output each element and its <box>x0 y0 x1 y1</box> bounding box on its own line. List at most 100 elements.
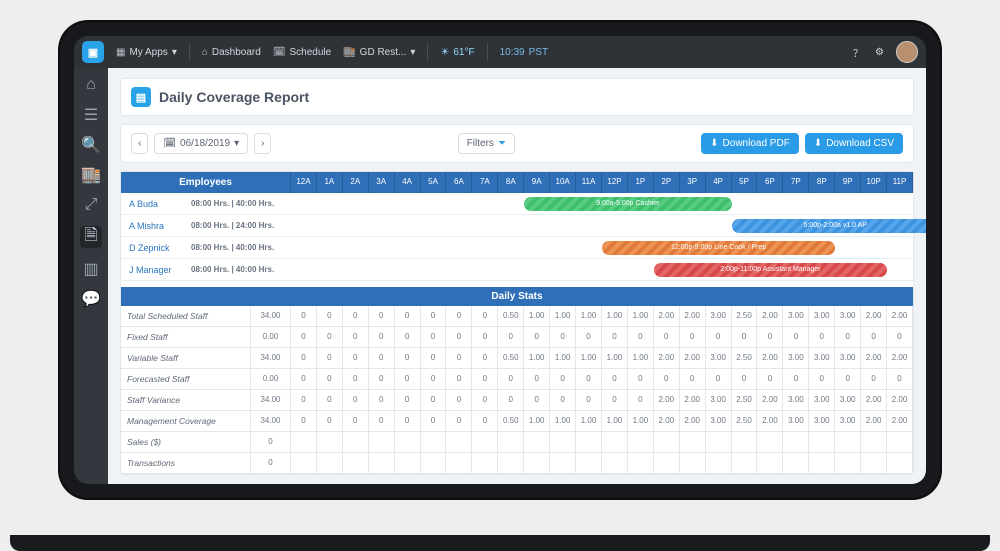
sun-icon: ☀ <box>440 47 449 58</box>
nav-schedule[interactable]: 🗓 Schedule <box>273 47 331 58</box>
sidebar-chart-icon[interactable]: ▥ <box>82 260 100 278</box>
stats-cell: 0 <box>706 369 732 390</box>
content-area: ▤ Daily Coverage Report ‹ 🗓 06/18/2019 ▾… <box>108 68 926 484</box>
download-pdf-label: Download PDF <box>723 138 790 149</box>
stats-cell: 0 <box>369 411 395 432</box>
stats-cell: 1.00 <box>550 348 576 369</box>
employee-name[interactable]: A Buda <box>121 199 191 209</box>
stats-cell: 1.00 <box>576 306 602 327</box>
stats-cell: 0 <box>317 390 343 411</box>
stats-cell: 0 <box>835 327 861 348</box>
report-card: Employees12A1A2A3A4A5A6A7A8A9A10A11A12P1… <box>120 171 914 475</box>
stats-cell: 0 <box>576 390 602 411</box>
stats-cell: 0 <box>369 306 395 327</box>
stats-cell: 2.00 <box>654 348 680 369</box>
stats-cell: 2.50 <box>732 390 758 411</box>
stats-cell <box>706 432 732 453</box>
stats-cell <box>369 432 395 453</box>
employee-hours: 08:00 Hrs. | 40:00 Hrs. <box>191 199 291 208</box>
hour-header: 1A <box>317 172 343 193</box>
stats-cell <box>757 432 783 453</box>
hour-header: 2P <box>654 172 680 193</box>
stats-cell: 3.00 <box>706 348 732 369</box>
sidebar-home-icon[interactable]: ⌂ <box>82 76 100 94</box>
stats-row-label: Staff Variance <box>121 390 251 411</box>
stats-cell: 0 <box>498 390 524 411</box>
stats-cell <box>887 432 913 453</box>
stats-cell: 0 <box>395 390 421 411</box>
stats-row-label: Total Scheduled Staff <box>121 306 251 327</box>
help-button[interactable]: ？ <box>853 45 863 60</box>
download-pdf-button[interactable]: ⬇ Download PDF <box>701 133 799 154</box>
sidebar-chat-icon[interactable]: 💬 <box>82 290 100 308</box>
date-picker[interactable]: 🗓 06/18/2019 ▾ <box>154 133 248 154</box>
download-icon: ⬇ <box>710 138 718 149</box>
stats-cell: 3.00 <box>809 348 835 369</box>
store-icon: 🏬 <box>343 47 355 58</box>
hour-header: 3P <box>680 172 706 193</box>
stats-cell: 0 <box>317 411 343 432</box>
stats-cell: 0 <box>887 369 913 390</box>
date-value: 06/18/2019 <box>180 138 230 149</box>
sidebar-store-icon[interactable]: 🏬 <box>82 166 100 184</box>
shift-bar[interactable]: 5:00p-2:00a v1.0 AP <box>732 219 926 233</box>
stats-cell: 0 <box>550 327 576 348</box>
employee-name[interactable]: D Zepnick <box>121 243 191 253</box>
stats-row-label: Management Coverage <box>121 411 251 432</box>
stats-cell: 0 <box>343 369 369 390</box>
stats-cell <box>421 453 447 474</box>
shift-bar[interactable]: 12:00p-9:00p Line Cook / Prep <box>602 241 835 255</box>
my-apps-menu[interactable]: ▦ My Apps ▾ <box>116 47 177 58</box>
stats-cell: 0 <box>757 327 783 348</box>
separator <box>487 43 488 61</box>
stats-cell: 0 <box>654 327 680 348</box>
stats-cell: 3.00 <box>835 390 861 411</box>
stats-cell: 2.50 <box>732 306 758 327</box>
stats-cell: 1.00 <box>524 411 550 432</box>
employee-name[interactable]: J Manager <box>121 265 191 275</box>
separator <box>189 43 190 61</box>
stats-cell: 0 <box>550 390 576 411</box>
shift-bar[interactable]: 9:00a-5:00p Cashier <box>524 197 731 211</box>
sidebar-report-icon[interactable]: 🗎 <box>80 226 102 248</box>
stats-cell: 2.00 <box>654 306 680 327</box>
stats-cell: 0 <box>628 327 654 348</box>
stats-cell <box>446 453 472 474</box>
nav-dashboard[interactable]: ⌂ Dashboard <box>202 47 261 58</box>
chevron-down-icon: ▾ <box>172 47 177 58</box>
stats-cell: 0 <box>498 327 524 348</box>
chevron-down-icon: ▾ <box>234 138 239 149</box>
stats-cell <box>809 432 835 453</box>
filters-button[interactable]: Filters ⏷ <box>458 133 515 154</box>
stats-cell <box>861 432 887 453</box>
dashboard-label: Dashboard <box>212 47 261 58</box>
stats-cell <box>887 453 913 474</box>
stats-cell: 0 <box>421 306 447 327</box>
download-icon: ⬇ <box>814 138 822 149</box>
location-picker[interactable]: 🏬 GD Rest... ▾ <box>343 47 415 58</box>
settings-button[interactable]: ⚙ <box>875 47 884 58</box>
stats-cell: 0 <box>446 411 472 432</box>
stats-cell: 0 <box>395 411 421 432</box>
app-logo[interactable]: ▣ <box>82 41 104 63</box>
sidebar-list-icon[interactable]: ☰ <box>82 106 100 124</box>
stats-cell <box>602 432 628 453</box>
date-prev-button[interactable]: ‹ <box>131 133 148 154</box>
toolbar: ‹ 🗓 06/18/2019 ▾ › Filters ⏷ ⬇ Download … <box>120 124 914 163</box>
sidebar-search-icon[interactable]: 🔍 <box>82 136 100 154</box>
employee-hours: 08:00 Hrs. | 40:00 Hrs. <box>191 243 291 252</box>
download-csv-button[interactable]: ⬇ Download CSV <box>805 133 903 154</box>
stats-cell <box>498 432 524 453</box>
my-apps-label: My Apps <box>129 47 167 58</box>
stats-cell: 0 <box>602 390 628 411</box>
stats-cell: 3.00 <box>783 390 809 411</box>
user-avatar[interactable] <box>896 41 918 63</box>
employee-name[interactable]: A Mishra <box>121 221 191 231</box>
laptop-frame: ▣ ▦ My Apps ▾ ⌂ Dashboard 🗓 Schedule 🏬 G… <box>60 22 940 498</box>
stats-cell: 0 <box>291 369 317 390</box>
date-next-button[interactable]: › <box>254 133 271 154</box>
sidebar-expand-icon[interactable]: ⤢ <box>82 196 100 214</box>
employees-header: Employees <box>121 172 291 193</box>
sidebar: ⌂ ☰ 🔍 🏬 ⤢ 🗎 ▥ 💬 <box>74 68 108 484</box>
shift-bar[interactable]: 2:00p-11:00p Assistant Manager <box>654 263 887 277</box>
